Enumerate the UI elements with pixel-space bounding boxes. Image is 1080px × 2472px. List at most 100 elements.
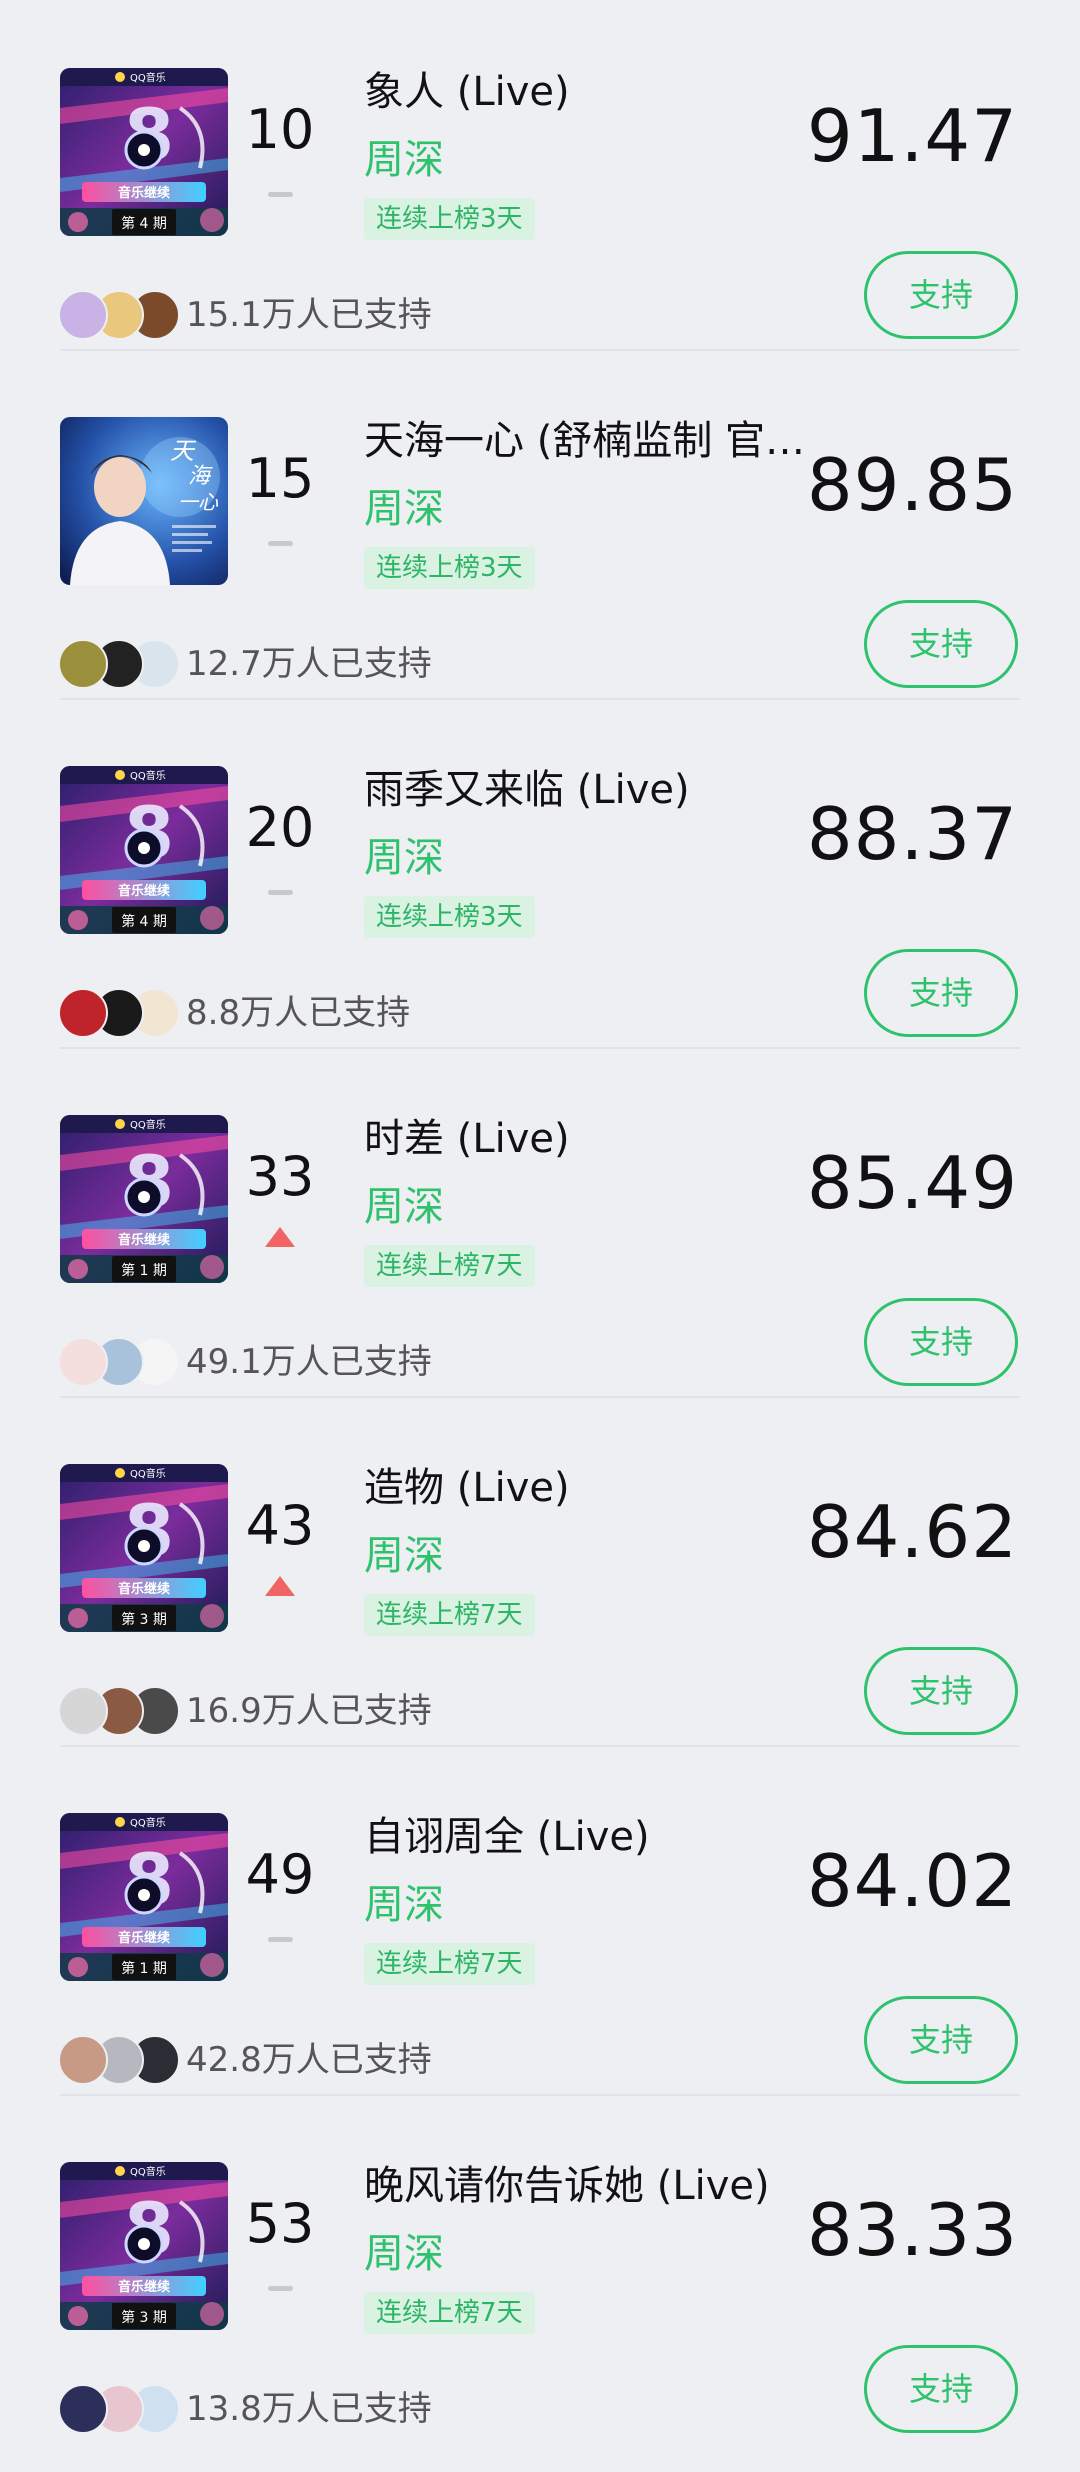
album-cover[interactable]: QQ音乐 8 音乐继续 第 1 期 bbox=[60, 1813, 228, 1981]
svg-text:天: 天 bbox=[170, 437, 197, 465]
svg-text:音乐继续: 音乐继续 bbox=[118, 185, 170, 201]
svg-text:第 4 期: 第 4 期 bbox=[121, 913, 167, 930]
artist-name[interactable]: 周深 bbox=[364, 1526, 444, 1586]
rank-number: 15 bbox=[245, 447, 315, 510]
supporter-avatars bbox=[58, 639, 180, 689]
song-title[interactable]: 自诩周全 (Live) bbox=[364, 1807, 824, 1867]
album-cover-art: QQ音乐 8 音乐继续 第 3 期 bbox=[60, 1464, 228, 1632]
score-value: 84.02 bbox=[806, 1839, 1018, 1923]
trend-up-icon bbox=[265, 1576, 295, 1596]
album-cover[interactable]: QQ音乐 8 音乐继续 第 1 期 bbox=[60, 1115, 228, 1283]
svg-text:海: 海 bbox=[188, 464, 213, 489]
supporter-count: 12.7万人已支持 bbox=[186, 644, 432, 684]
chart-list-item-43[interactable]: QQ音乐 8 音乐继续 第 3 期 43 造物 (Live) 周深 连续上榜7天… bbox=[0, 1396, 1080, 1745]
svg-text:QQ音乐: QQ音乐 bbox=[130, 71, 166, 84]
song-title[interactable]: 雨季又来临 (Live) bbox=[364, 760, 824, 820]
svg-text:第 4 期: 第 4 期 bbox=[121, 215, 167, 232]
svg-text:QQ音乐: QQ音乐 bbox=[130, 1816, 166, 1829]
streak-badge: 连续上榜3天 bbox=[364, 547, 535, 589]
rank-number: 10 bbox=[245, 98, 315, 161]
album-cover-art: QQ音乐 8 音乐继续 第 1 期 bbox=[60, 1813, 228, 1981]
support-button[interactable]: 支持 bbox=[864, 600, 1018, 688]
song-title[interactable]: 造物 (Live) bbox=[364, 1458, 824, 1518]
streak-badge: 连续上榜7天 bbox=[364, 2292, 535, 2334]
support-button[interactable]: 支持 bbox=[864, 251, 1018, 339]
rank-number: 49 bbox=[245, 1843, 315, 1906]
support-button[interactable]: 支持 bbox=[864, 2345, 1018, 2433]
divider bbox=[60, 2094, 1020, 2096]
svg-text:QQ音乐: QQ音乐 bbox=[130, 2165, 166, 2178]
supporter-count: 42.8万人已支持 bbox=[186, 2040, 432, 2080]
divider bbox=[60, 1745, 1020, 1747]
song-title[interactable]: 晚风请你告诉她 (Live) bbox=[364, 2156, 824, 2216]
trend-flat-icon bbox=[268, 890, 293, 895]
score-value: 85.49 bbox=[806, 1141, 1018, 1225]
divider bbox=[60, 698, 1020, 700]
supporter-avatars bbox=[58, 2035, 180, 2085]
support-button[interactable]: 支持 bbox=[864, 949, 1018, 1037]
svg-text:音乐继续: 音乐继续 bbox=[118, 2279, 170, 2295]
supporter-avatar bbox=[58, 639, 108, 689]
artist-name[interactable]: 周深 bbox=[364, 130, 444, 190]
svg-text:QQ音乐: QQ音乐 bbox=[130, 1467, 166, 1480]
artist-name[interactable]: 周深 bbox=[364, 828, 444, 888]
svg-text:音乐继续: 音乐继续 bbox=[118, 1930, 170, 1946]
trend-flat-icon bbox=[268, 1937, 293, 1942]
album-cover[interactable]: QQ音乐 8 音乐继续 第 3 期 bbox=[60, 1464, 228, 1632]
supporter-avatars bbox=[58, 1337, 180, 1387]
svg-text:音乐继续: 音乐继续 bbox=[118, 1581, 170, 1597]
chart-list-item-20[interactable]: QQ音乐 8 音乐继续 第 4 期 20 雨季又来临 (Live) 周深 连续上… bbox=[0, 698, 1080, 1047]
divider bbox=[60, 349, 1020, 351]
album-cover-art: 天 海 一心 bbox=[60, 417, 228, 585]
song-title[interactable]: 天海一心 (舒楠监制 官… bbox=[364, 411, 824, 471]
streak-badge: 连续上榜3天 bbox=[364, 198, 535, 240]
trend-flat-icon bbox=[268, 192, 293, 197]
svg-text:QQ音乐: QQ音乐 bbox=[130, 769, 166, 782]
supporter-avatars bbox=[58, 290, 180, 340]
album-cover-art: QQ音乐 8 音乐继续 第 4 期 bbox=[60, 766, 228, 934]
svg-text:第 3 期: 第 3 期 bbox=[121, 1611, 167, 1628]
album-cover-art: QQ音乐 8 音乐继续 第 3 期 bbox=[60, 2162, 228, 2330]
svg-text:第 3 期: 第 3 期 bbox=[121, 2309, 167, 2326]
chart-list-item-33[interactable]: QQ音乐 8 音乐继续 第 1 期 33 时差 (Live) 周深 连续上榜7天… bbox=[0, 1047, 1080, 1396]
score-value: 83.33 bbox=[806, 2188, 1018, 2272]
artist-name[interactable]: 周深 bbox=[364, 479, 444, 539]
streak-badge: 连续上榜3天 bbox=[364, 896, 535, 938]
album-cover[interactable]: QQ音乐 8 音乐继续 第 4 期 bbox=[60, 766, 228, 934]
score-value: 91.47 bbox=[806, 94, 1018, 178]
album-cover[interactable]: QQ音乐 8 音乐继续 第 3 期 bbox=[60, 2162, 228, 2330]
supporter-avatar bbox=[58, 1337, 108, 1387]
rank-number: 33 bbox=[245, 1145, 315, 1208]
support-button[interactable]: 支持 bbox=[864, 1647, 1018, 1735]
artist-name[interactable]: 周深 bbox=[364, 1875, 444, 1935]
supporter-count: 49.1万人已支持 bbox=[186, 1342, 432, 1382]
svg-text:音乐继续: 音乐继续 bbox=[118, 1232, 170, 1248]
album-cover[interactable]: 天 海 一心 bbox=[60, 417, 228, 585]
svg-text:QQ音乐: QQ音乐 bbox=[130, 1118, 166, 1131]
chart-list-item-15[interactable]: 天 海 一心 15 天海一心 (舒楠监制 官… 周深 连续上榜3天 89.85 … bbox=[0, 349, 1080, 698]
supporter-count: 8.8万人已支持 bbox=[186, 993, 411, 1033]
rank-number: 53 bbox=[245, 2192, 315, 2255]
song-title[interactable]: 象人 (Live) bbox=[364, 62, 824, 122]
streak-badge: 连续上榜7天 bbox=[364, 1245, 535, 1287]
chart-list-item-53[interactable]: QQ音乐 8 音乐继续 第 3 期 53 晚风请你告诉她 (Live) 周深 连… bbox=[0, 2094, 1080, 2443]
streak-badge: 连续上榜7天 bbox=[364, 1594, 535, 1636]
artist-name[interactable]: 周深 bbox=[364, 2224, 444, 2284]
score-value: 88.37 bbox=[806, 792, 1018, 876]
supporter-count: 13.8万人已支持 bbox=[186, 2389, 432, 2429]
album-cover[interactable]: QQ音乐 8 音乐继续 第 4 期 bbox=[60, 68, 228, 236]
song-title[interactable]: 时差 (Live) bbox=[364, 1109, 824, 1169]
supporter-avatar bbox=[58, 290, 108, 340]
artist-name[interactable]: 周深 bbox=[364, 1177, 444, 1237]
support-button[interactable]: 支持 bbox=[864, 1996, 1018, 2084]
chart-list-item-49[interactable]: QQ音乐 8 音乐继续 第 1 期 49 自诩周全 (Live) 周深 连续上榜… bbox=[0, 1745, 1080, 2094]
trend-up-icon bbox=[265, 1227, 295, 1247]
chart-list-item-10[interactable]: QQ音乐 8 音乐继续 第 4 期 10 象人 (Live) 周深 连续上榜3天… bbox=[0, 0, 1080, 349]
score-value: 84.62 bbox=[806, 1490, 1018, 1574]
divider bbox=[60, 1047, 1020, 1049]
supporter-avatars bbox=[58, 1686, 180, 1736]
svg-text:音乐继续: 音乐继续 bbox=[118, 883, 170, 899]
svg-text:一心: 一心 bbox=[178, 490, 219, 514]
svg-text:第 1 期: 第 1 期 bbox=[121, 1262, 167, 1279]
support-button[interactable]: 支持 bbox=[864, 1298, 1018, 1386]
